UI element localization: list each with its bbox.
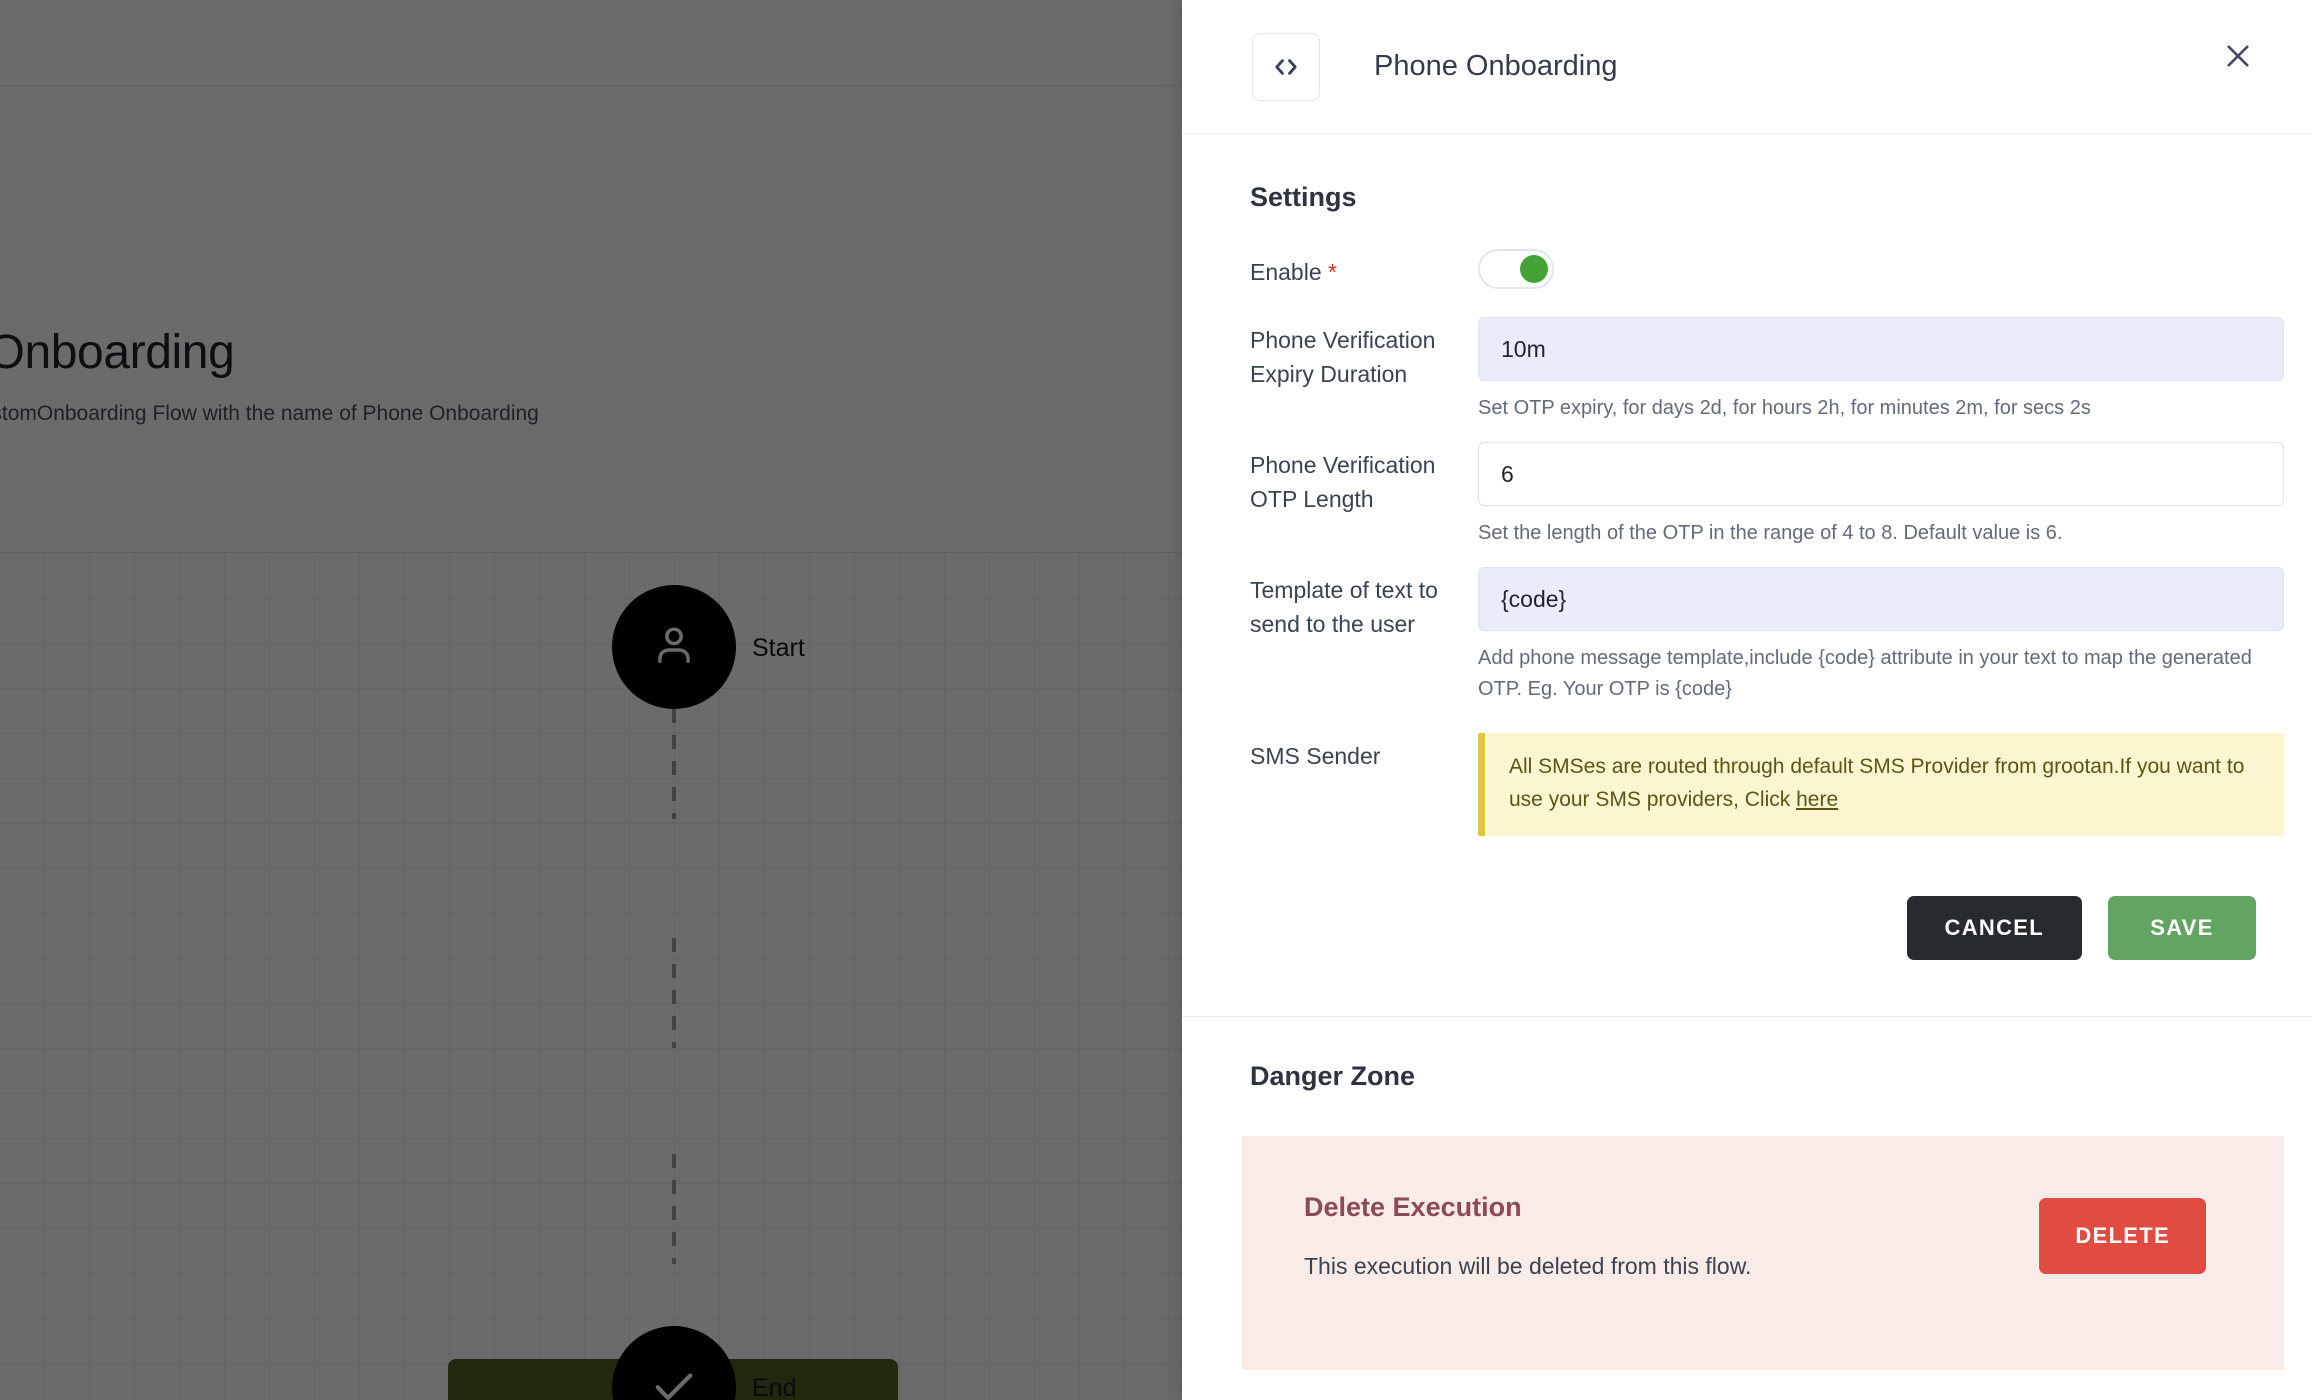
sms-sender-warning: All SMSes are routed through default SMS… [1478,733,2284,837]
panel-actions: CANCEL SAVE [1250,844,2284,961]
delete-execution-text: This execution will be deleted from this… [1304,1253,1752,1280]
cancel-button[interactable]: CANCEL [1906,896,2082,961]
template-input[interactable] [1478,567,2284,632]
expiry-duration-input[interactable] [1478,317,2284,382]
save-button[interactable]: SAVE [2108,896,2256,961]
field-template: Template of text to send to the user Add… [1250,567,2284,715]
panel-title: Phone Onboarding [1374,50,1618,82]
required-marker: * [1328,259,1337,285]
field-sms-sender: SMS Sender All SMSes are routed through … [1250,733,2284,837]
settings-heading: Settings [1250,182,1357,212]
sms-sender-warning-text: All SMSes are routed through default SMS… [1509,755,2245,811]
otp-length-input[interactable] [1478,442,2284,507]
phone-onboarding-panel: Phone Onboarding Settings Enable * Phone… [1182,0,2312,1400]
field-expiry-duration: Phone Verification Expiry Duration Set O… [1250,317,2284,434]
panel-header: Phone Onboarding [1182,0,2312,134]
field-enable: Enable * [1250,249,2284,289]
field-otp-length: Phone Verification OTP Length Set the le… [1250,442,2284,559]
close-icon[interactable] [2212,30,2264,82]
otp-length-hint: Set the length of the OTP in the range o… [1478,522,2063,545]
settings-form: Enable * Phone Verification Expiry Durat… [1182,213,2312,961]
field-template-label: Template of text to send to the user [1250,577,1438,638]
sms-provider-link[interactable]: here [1796,788,1838,811]
field-enable-label: Enable * [1250,259,1337,285]
modal-backdrop[interactable] [0,0,1182,1400]
danger-zone-heading: Danger Zone [1250,1061,1416,1092]
field-expiry-duration-label: Phone Verification Expiry Duration [1250,327,1436,388]
enable-toggle[interactable] [1478,249,1554,289]
expiry-duration-hint: Set OTP expiry, for days 2d, for hours 2… [1478,397,2091,420]
panel-body: Settings Enable * Phone Verification Exp… [1182,134,2312,1371]
delete-execution-title: Delete Execution [1304,1192,1522,1223]
delete-button[interactable]: DELETE [2039,1198,2206,1275]
enable-toggle-knob [1520,255,1548,283]
template-hint: Add phone message template,include {code… [1478,647,2252,701]
delete-execution-card: Delete Execution This execution will be … [1242,1136,2284,1371]
field-sms-sender-label: SMS Sender [1250,743,1381,770]
code-brackets-icon [1252,32,1320,101]
field-otp-length-label: Phone Verification OTP Length [1250,452,1436,513]
